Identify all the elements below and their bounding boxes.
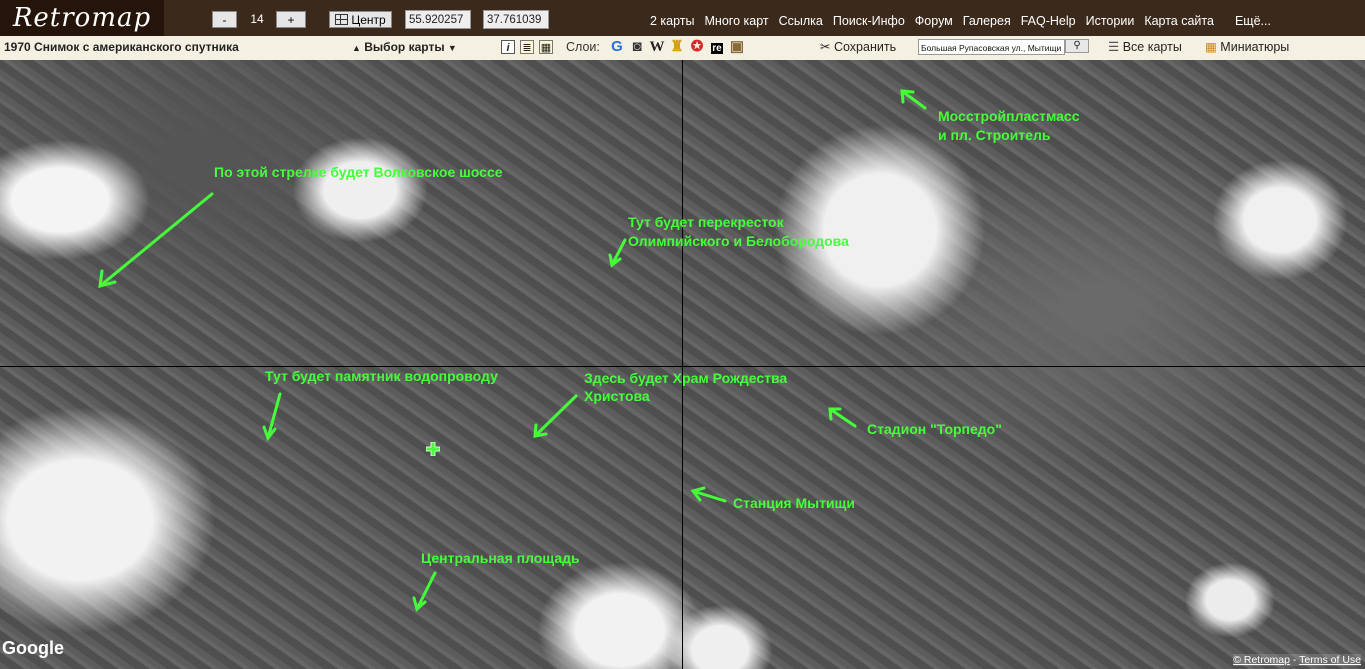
layer-church-icon[interactable]: ♜ <box>669 38 685 56</box>
annotation-station: Станция Мытищи <box>733 495 855 511</box>
annotation-plastmass-line1: Мосстройпластмасс <box>938 108 1080 124</box>
center-button[interactable]: Центр <box>329 11 392 28</box>
search-button[interactable]: ⚲ <box>1065 39 1089 53</box>
nav-stories[interactable]: Истории <box>1081 0 1140 36</box>
re-icon: re <box>711 43 723 54</box>
layer-star-icon[interactable]: ✪ <box>689 38 705 56</box>
layer-wikipedia-icon[interactable]: W <box>649 38 665 56</box>
nav-gallery[interactable]: Галерея <box>958 0 1016 36</box>
layer-re-icon[interactable]: re <box>709 38 725 56</box>
map-toolbar: 1970 Снимок с американского спутника ▲ В… <box>0 36 1365 61</box>
annotation-crossroad-line1: Тут будет перекресток <box>628 214 784 230</box>
nav-faq[interactable]: FAQ-Help <box>1016 0 1081 36</box>
top-bar: Retromap - 14 + Центр 55.920257 37.76103… <box>0 0 1365 36</box>
star-icon: ✪ <box>690 38 704 55</box>
terms-link[interactable]: Terms of Use <box>1299 654 1361 666</box>
all-maps-link[interactable]: ☰ Все карты <box>1108 36 1182 59</box>
copyright-link[interactable]: © Retromap <box>1233 654 1290 666</box>
map-select-dropdown[interactable]: ▲ Выбор карты ▼ <box>352 36 457 60</box>
google-logo: Google <box>2 638 64 658</box>
layer-google-icon[interactable]: G <box>609 38 625 56</box>
thumbnails-label: Миниатюры <box>1220 40 1290 54</box>
photo-icon: ▣ <box>729 38 745 55</box>
triangle-down-icon: ▼ <box>447 43 457 53</box>
annotation-stadium: Стадион "Торпедо" <box>867 421 1002 437</box>
nav-link[interactable]: Ссылка <box>774 0 828 36</box>
arrow-square <box>415 571 437 611</box>
thumbnails-icon: ▦ <box>1205 40 1217 54</box>
zoom-in-button[interactable]: + <box>276 11 306 28</box>
info-icon[interactable]: i <box>501 40 515 54</box>
list-doc-icon: ☰ <box>1108 40 1120 54</box>
layer-camera-icon[interactable]: ◙ <box>629 38 645 56</box>
arrow-volokovskoe <box>98 192 214 288</box>
annotation-volokovskoe: По этой стрелке будет Волковское шоссе <box>214 164 503 180</box>
satellite-map[interactable]: По этой стрелке будет Волковское шоссе Т… <box>0 60 1365 669</box>
copyright-bar: © Retromap - Terms of Use <box>1233 654 1361 666</box>
retromap-logo[interactable]: Retromap <box>0 0 164 36</box>
annotation-monument: Тут будет памятник водопроводу <box>265 368 498 384</box>
save-label: Сохранить <box>833 40 897 54</box>
grid-view-icon[interactable]: ▦ <box>539 40 553 54</box>
nav-many-maps[interactable]: Много карт <box>700 0 774 36</box>
google-icon: G <box>611 38 623 55</box>
layer-photo-icon[interactable]: ▣ <box>729 38 745 56</box>
annotation-crossroad-line2: Олимпийского и Белобородова <box>628 233 849 249</box>
nav-more[interactable]: Ещё... <box>1219 0 1276 36</box>
annotation-temple-line2: Христова <box>584 388 650 404</box>
center-plus-icon <box>426 442 440 456</box>
annotation-square: Центральная площадь <box>421 550 580 566</box>
longitude-field[interactable]: 37.761039 <box>483 10 549 29</box>
arrow-stadium <box>828 407 857 428</box>
latitude-field[interactable]: 55.920257 <box>405 10 471 29</box>
zoom-out-button[interactable]: - <box>212 11 237 28</box>
map-select-label: Выбор карты <box>364 40 445 54</box>
search-icon: ⚲ <box>1073 40 1081 51</box>
arrow-plastmass <box>900 89 927 110</box>
list-icon[interactable]: ≣ <box>520 40 534 54</box>
grid-icon <box>335 14 349 25</box>
annotation-plastmass-line2: и пл. Строитель <box>938 127 1051 143</box>
church-icon: ♜ <box>670 38 684 55</box>
nav-forum[interactable]: Форум <box>910 0 958 36</box>
center-button-label: Центр <box>351 13 386 27</box>
arrow-temple <box>533 394 578 438</box>
scissors-icon: ✂ <box>820 40 831 54</box>
annotation-arrows <box>98 89 927 612</box>
address-search-input[interactable]: Большая Рупасовская ул., Мытищи <box>918 39 1065 55</box>
save-button[interactable]: ✂ Сохранить <box>820 36 896 59</box>
annotation-temple-line1: Здесь будет Храм Рождества <box>584 370 788 386</box>
layers-label: Слои: <box>566 40 600 54</box>
nav-search-info[interactable]: Поиск-Инфо <box>828 0 910 36</box>
map-title: 1970 Снимок с американского спутника <box>4 40 239 54</box>
wikipedia-icon: W <box>649 39 665 55</box>
triangle-up-icon: ▲ <box>352 43 361 53</box>
camera-icon: ◙ <box>632 38 642 55</box>
top-nav: 2 карты Много карт Ссылка Поиск-Инфо Фор… <box>645 0 1276 36</box>
zoom-level: 14 <box>250 12 264 26</box>
nav-2-maps[interactable]: 2 карты <box>645 0 700 36</box>
all-maps-label: Все карты <box>1122 40 1182 54</box>
nav-sitemap[interactable]: Карта сайта <box>1139 0 1219 36</box>
thumbnails-link[interactable]: ▦ Миниатюры <box>1205 36 1289 59</box>
